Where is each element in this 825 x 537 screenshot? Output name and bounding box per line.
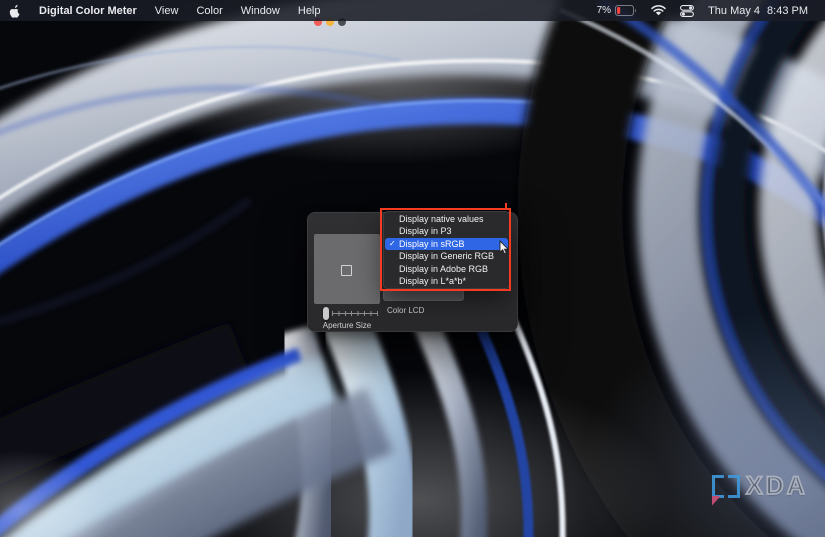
mouse-cursor bbox=[499, 240, 510, 255]
aperture-rectangle bbox=[341, 265, 352, 276]
xda-logo-icon bbox=[712, 474, 741, 506]
menu-color[interactable]: Color bbox=[187, 0, 231, 21]
wifi-icon bbox=[651, 5, 666, 16]
xda-watermark: XDA bbox=[712, 472, 808, 506]
slider-track bbox=[332, 313, 377, 314]
menu-bar: Digital Color Meter View Color Window He… bbox=[0, 0, 825, 21]
xda-watermark-text: XDA bbox=[745, 472, 808, 500]
menu-window[interactable]: Window bbox=[232, 0, 289, 21]
control-center[interactable] bbox=[673, 0, 701, 21]
annotation-highlight bbox=[380, 208, 511, 291]
control-center-icon bbox=[680, 4, 695, 17]
apple-icon bbox=[9, 4, 20, 18]
desktop: XDA Digital Color Meter View Color Windo… bbox=[0, 0, 825, 537]
slider-thumb[interactable] bbox=[323, 307, 329, 320]
battery-icon bbox=[615, 5, 636, 16]
aperture-size-slider[interactable] bbox=[322, 306, 378, 321]
menu-help[interactable]: Help bbox=[289, 0, 330, 21]
menu-app-name[interactable]: Digital Color Meter bbox=[30, 0, 146, 21]
aperture-preview bbox=[314, 234, 380, 304]
battery-status[interactable]: 7% bbox=[590, 0, 644, 21]
menu-bar-clock[interactable]: Thu May 4 8:43 PM bbox=[701, 0, 815, 21]
apple-menu[interactable] bbox=[0, 0, 30, 21]
wifi-status[interactable] bbox=[644, 0, 673, 21]
clock-date: Thu May 4 bbox=[708, 4, 761, 17]
display-profile-label: Color LCD bbox=[387, 306, 425, 315]
annotation-notch bbox=[505, 203, 507, 209]
clock-time: 8:43 PM bbox=[767, 4, 808, 17]
menu-view[interactable]: View bbox=[146, 0, 188, 21]
battery-percent: 7% bbox=[596, 5, 612, 16]
aperture-size-label: Aperture Size bbox=[322, 321, 372, 330]
